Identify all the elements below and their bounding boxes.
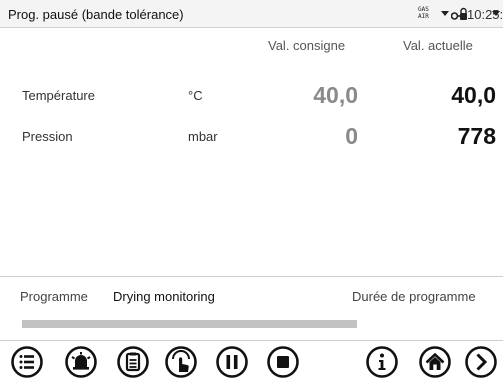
pause-icon — [216, 346, 248, 378]
home-icon — [419, 346, 451, 378]
bottom-toolbar — [0, 343, 503, 380]
temperature-setpoint-value[interactable]: 40,0 — [238, 82, 358, 109]
program-duration-label: Durée de programme — [352, 289, 476, 304]
pressure-label: Pression — [22, 129, 73, 144]
gas-dropdown-caret-icon[interactable] — [441, 11, 449, 16]
temperature-unit: °C — [188, 88, 203, 103]
next-button[interactable] — [464, 345, 498, 379]
gas-air-indicator: GAS AIR — [418, 6, 429, 20]
pressure-actual-value: 778 — [457, 123, 496, 149]
alarm-icon — [65, 346, 97, 378]
pause-button[interactable] — [215, 345, 249, 379]
setpoint-column-header: Val. consigne — [268, 38, 346, 53]
next-icon — [465, 346, 497, 378]
program-status-text: Prog. pausé (bande tolérance) — [8, 7, 184, 22]
time-dropdown-caret-icon[interactable] — [492, 11, 500, 16]
actual-column-header: Val. actuelle — [403, 38, 473, 53]
manual-mode-button[interactable] — [164, 345, 198, 379]
key-lock-icon[interactable] — [451, 7, 467, 21]
temperature-actual-value: 40,0 — [451, 82, 496, 108]
info-button[interactable] — [365, 345, 399, 379]
program-divider — [0, 276, 503, 277]
pressure-setpoint-value[interactable]: 0 — [238, 123, 358, 150]
notes-button[interactable] — [116, 345, 150, 379]
info-icon — [366, 346, 398, 378]
home-button[interactable] — [418, 345, 452, 379]
program-label: Programme — [20, 289, 88, 304]
pressure-unit: mbar — [188, 129, 218, 144]
menu-icon — [11, 346, 43, 378]
program-progress-fill — [22, 320, 357, 328]
manual-mode-icon — [165, 346, 197, 378]
stop-icon — [267, 346, 299, 378]
stop-button[interactable] — [266, 345, 300, 379]
program-name: Drying monitoring — [113, 289, 215, 304]
notes-icon — [117, 346, 149, 378]
gas-label: GAS — [418, 6, 429, 13]
toolbar-divider — [0, 340, 503, 341]
program-progress-bar — [22, 320, 357, 328]
alarm-button[interactable] — [64, 345, 98, 379]
temperature-label: Température — [22, 88, 95, 103]
air-label: AIR — [418, 13, 429, 20]
status-bar: Prog. pausé (bande tolérance) GAS AIR 10… — [0, 0, 503, 28]
menu-button[interactable] — [10, 345, 44, 379]
